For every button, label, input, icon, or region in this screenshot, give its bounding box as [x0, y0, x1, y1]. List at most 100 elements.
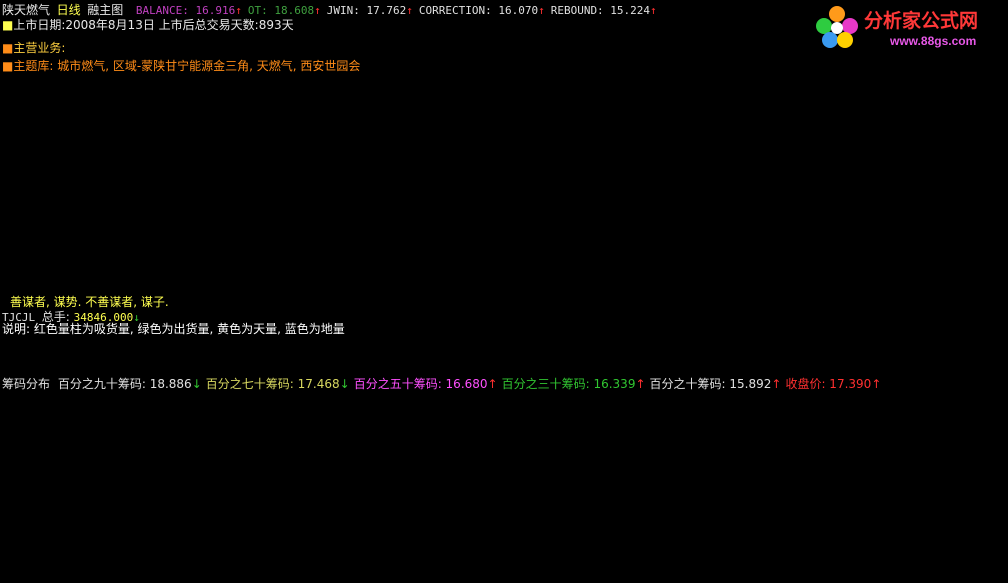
business-info: ■主营业务:: [2, 39, 65, 56]
price-annotation: 15.63-15.82: [74, 198, 147, 211]
volume-bar: [679, 361, 690, 370]
chip-legend-2: 百分之五十筹码: 16.680↑: [353, 377, 498, 391]
volume-bar: [298, 354, 309, 370]
candle-body: [691, 156, 702, 177]
candle-body: [190, 162, 201, 170]
chip-legend-3: 百分之三十筹码: 16.339↑: [501, 377, 646, 391]
volume-bar: [335, 358, 346, 370]
volume-bar: [175, 358, 186, 370]
candle-body: [112, 150, 123, 165]
candle-body: [863, 144, 874, 150]
volume-bar: [618, 360, 629, 370]
volume-marker-label: 天: [964, 342, 975, 355]
logo-title: 分析家公式网: [864, 10, 979, 32]
volume-bar: [975, 347, 985, 370]
candle-body: [503, 120, 514, 125]
volume-bar: [212, 357, 223, 370]
volume-bar: [802, 360, 813, 370]
listing-bullet: ■: [2, 18, 14, 32]
candle-body: [847, 141, 858, 156]
volume-bar: [347, 357, 358, 370]
stock-name[interactable]: 陕天燃气: [2, 3, 50, 17]
volume-bar: [655, 362, 666, 370]
candle-body: [894, 120, 905, 138]
candle-body: [785, 120, 796, 153]
candle-body: [81, 171, 92, 183]
candle-body: [973, 66, 983, 81]
candle-body: [378, 156, 389, 162]
header-item-arrow: ↑: [650, 4, 657, 17]
volume-bar: [101, 355, 112, 370]
volume-bar: [224, 355, 235, 370]
candle-body: [3, 246, 13, 255]
volume-bar: [704, 362, 715, 370]
candle-body: [660, 129, 671, 132]
period-label[interactable]: 日线: [57, 3, 81, 17]
volume-bar: [519, 345, 530, 370]
volume-bar: [458, 350, 469, 370]
chip-legend-arrow: ↑: [635, 377, 646, 391]
volume-bar: [3, 352, 13, 370]
candle-body: [550, 135, 561, 153]
indicator-name[interactable]: 融主图: [87, 3, 123, 17]
theme-info: ■主题库: 城市燃气, 区域-蒙陕甘宁能源金三角, 天燃气, 西安世园会: [2, 57, 360, 74]
volume-bar: [162, 353, 173, 370]
volume-marker-label: 吸: [939, 342, 950, 355]
candle-body: [566, 102, 577, 114]
volume-bar: [790, 358, 801, 370]
candle-body: [253, 142, 264, 156]
volume-bar: [642, 363, 653, 370]
candle-body: [910, 135, 921, 144]
volume-bar: [27, 358, 38, 370]
volume-bar: [15, 357, 26, 370]
chip-line-1: [7, 434, 979, 459]
candle-body: [488, 126, 498, 135]
volume-bar: [864, 360, 875, 370]
candle-body: [175, 159, 186, 168]
header-item-4: REBOUND: 15.224↑: [551, 4, 657, 17]
candle-body: [268, 135, 279, 147]
price-annotation: ←14.76: [10, 244, 50, 257]
volume-bar: [433, 350, 444, 370]
flower-logo-icon: [816, 6, 858, 48]
candle-body: [597, 105, 608, 114]
volume-bar: [925, 359, 936, 370]
frame-border: [0, 0, 1008, 583]
candle-body: [832, 144, 843, 150]
band-lower1: [7, 167, 979, 301]
volume-bar: [409, 356, 420, 370]
volume-marker-label: 地: [804, 342, 815, 355]
volume-marker-label: 出: [631, 341, 642, 355]
volume-bar: [76, 357, 87, 370]
price-annotation: 17.70-↗: [933, 72, 979, 85]
candle-body: [96, 159, 107, 171]
volume-bar: [765, 359, 776, 370]
candle-body: [143, 171, 154, 176]
site-logo[interactable]: 分析家公式网 www.88gs.com: [810, 4, 1006, 52]
volume-bar: [901, 361, 912, 370]
candle-body: [816, 132, 827, 141]
candle-body: [347, 156, 358, 159]
candle-body: [456, 153, 467, 156]
volume-bar: [384, 358, 395, 370]
candle-body: [644, 141, 655, 144]
candle-body: [159, 168, 170, 173]
candle-body: [879, 135, 890, 144]
chip-indicator-name[interactable]: 筹码分布: [2, 377, 50, 391]
volume-bar: [285, 353, 296, 370]
candle-body: [206, 169, 217, 172]
volume-bar: [888, 362, 899, 370]
volume-bar: [950, 350, 961, 370]
volume-bar: [876, 361, 887, 370]
volume-bar: [753, 361, 764, 370]
volume-bar: [507, 346, 518, 370]
volume-bar: [716, 362, 727, 370]
volume-bar: [815, 361, 826, 370]
band-lower2: [7, 250, 979, 385]
candle-body: [34, 228, 45, 240]
candle-body: [753, 153, 764, 159]
candle-body: [128, 168, 139, 180]
volume-bar: [827, 360, 838, 370]
chip-legend-0: 百分之九十筹码: 18.886↓: [57, 377, 202, 391]
chart-canvas[interactable]: ←14.76 15.63-15.82 16.80-16.75 16.23-16.29 1…: [0, 0, 1008, 583]
